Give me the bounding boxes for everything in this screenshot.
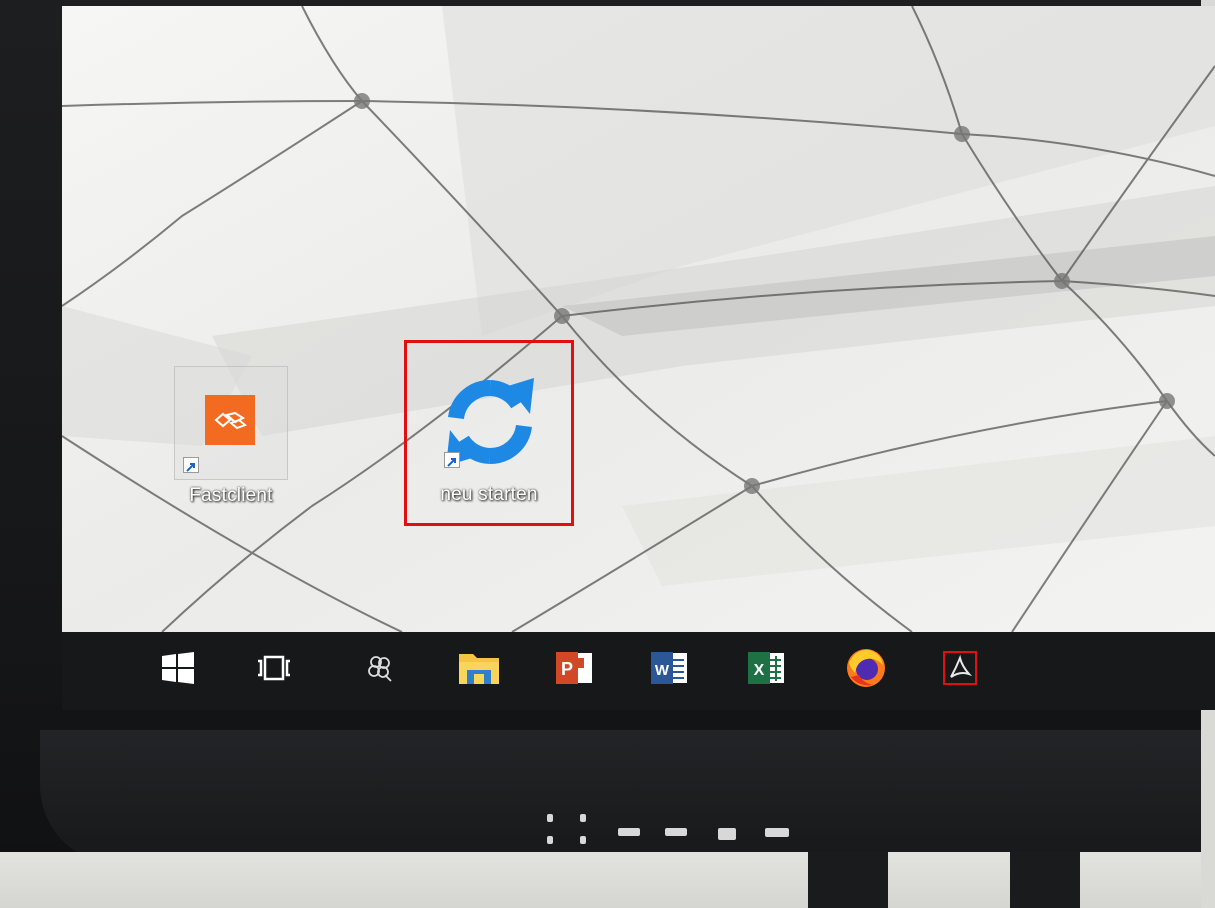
desktop-icon-fastclient[interactable]: Fastclient (174, 366, 288, 506)
excel-letter: X (754, 662, 765, 679)
firefox-icon (847, 649, 885, 687)
cluster-app-button[interactable] (358, 646, 402, 690)
windows-icon (162, 652, 194, 684)
word-button[interactable]: W (647, 646, 691, 690)
folder-icon (459, 654, 499, 684)
taskbar: P W X (62, 632, 1215, 710)
audio-port (547, 836, 553, 844)
audio-port (580, 836, 586, 844)
desktop-icon-label: Fastclient (189, 485, 273, 506)
usb-port (665, 828, 687, 836)
powerpoint-button[interactable]: P (552, 646, 596, 690)
excel-icon: X (748, 652, 784, 684)
powerpoint-letter: P (561, 659, 573, 679)
desktop-icon-label: neu starten (440, 484, 538, 505)
desktop-screen: Fastclient neu starten P W X (62, 6, 1215, 710)
usb-port (618, 828, 640, 836)
headphone-port (547, 814, 553, 822)
task-view-icon (258, 655, 290, 681)
hdmi-port (765, 828, 789, 837)
powerpoint-icon: P (556, 652, 592, 684)
cluster-icon (368, 656, 392, 682)
file-explorer-button[interactable] (457, 646, 501, 690)
excel-button[interactable]: X (744, 646, 788, 690)
shortcut-arrow-icon (444, 452, 460, 468)
touch-usb-port (718, 828, 736, 840)
word-icon: W (651, 652, 687, 684)
fastclient-icon (205, 395, 255, 445)
desktop-wallpaper (62, 6, 1215, 632)
shortcut-arrow-icon (183, 457, 199, 473)
task-view-button[interactable] (252, 646, 296, 690)
desktop-icon-neu-starten[interactable]: neu starten (404, 340, 574, 526)
monitor-stand-leg (808, 852, 888, 908)
start-button[interactable] (156, 646, 200, 690)
firefox-button[interactable] (844, 646, 888, 690)
acrobat-button[interactable] (938, 646, 982, 690)
monitor-stand-leg (1010, 852, 1080, 908)
mic-port (580, 814, 586, 822)
word-letter: W (655, 662, 670, 679)
acrobat-icon (943, 651, 977, 685)
front-panel-ports (540, 806, 800, 856)
